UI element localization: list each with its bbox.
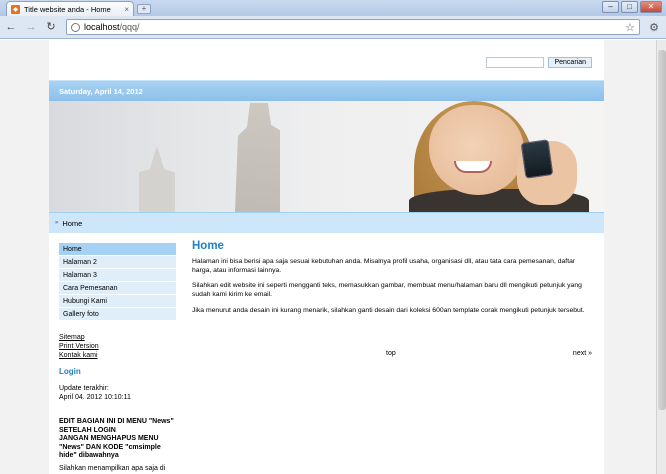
next-link[interactable]: next » bbox=[573, 350, 592, 357]
login-link[interactable]: Login bbox=[59, 367, 81, 376]
browser-titlebar: ◆ Title website anda - Home × + – □ ✕ bbox=[0, 0, 666, 16]
tab-title: Title website anda - Home bbox=[24, 4, 111, 14]
pager: top next » bbox=[192, 350, 592, 360]
window-controls: – □ ✕ bbox=[602, 1, 662, 13]
woman-smile-shape bbox=[454, 161, 492, 173]
search-area: Pencarian bbox=[486, 57, 592, 68]
breadcrumb: » Home bbox=[49, 212, 604, 233]
content-paragraph: Halaman ini bisa berisi apa saja sesuai … bbox=[192, 258, 576, 274]
menu-item-halaman-3[interactable]: Halaman 3 bbox=[59, 269, 176, 282]
print-version-link[interactable]: Print Version bbox=[59, 342, 99, 351]
url-text: localhost/qqq/ bbox=[84, 22, 140, 32]
header-banner-image bbox=[49, 101, 604, 212]
browser-tab[interactable]: ◆ Title website anda - Home × bbox=[6, 1, 134, 16]
news-text: Silahkan menampilkan apa saja di bbox=[59, 465, 166, 472]
menu-item-gallery-foto[interactable]: Gallery foto bbox=[59, 308, 176, 321]
church-spire-shape bbox=[139, 146, 175, 212]
url-host: localhost bbox=[84, 22, 120, 32]
reload-icon[interactable]: ↻ bbox=[44, 20, 58, 34]
top-link[interactable]: top bbox=[386, 350, 396, 357]
menu-item-home[interactable]: Home bbox=[59, 243, 176, 256]
edit-note-line: hide" dibawahnya bbox=[59, 452, 119, 459]
kontak-kami-link[interactable]: Kontak kami bbox=[59, 351, 99, 360]
content-paragraph: Silahkan edit website ini seperti mengga… bbox=[192, 282, 582, 299]
update-label: Update terakhir: bbox=[59, 385, 109, 392]
menu-item-cara-pemesanan[interactable]: Cara Pemesanan bbox=[59, 282, 176, 295]
church-tower-shape bbox=[235, 103, 280, 212]
scrollbar-thumb[interactable] bbox=[658, 50, 666, 410]
close-window-button[interactable]: ✕ bbox=[640, 1, 662, 13]
tab-close-icon[interactable]: × bbox=[124, 5, 129, 14]
edit-note-line: EDIT BAGIAN INI DI MENU "News" bbox=[59, 418, 174, 425]
edit-note-line: "News" DAN KODE "cmsimple bbox=[59, 443, 161, 451]
last-update: Update terakhir: April 04. 2012 10:10:11 bbox=[59, 384, 131, 402]
mobile-phone-icon bbox=[520, 139, 554, 179]
main-content: Home Halaman ini bisa berisi apa saja se… bbox=[192, 240, 592, 323]
url-path: /qqq/ bbox=[119, 22, 140, 32]
menu-item-halaman-2[interactable]: Halaman 2 bbox=[59, 256, 176, 269]
date-bar: Saturday, April 14, 2012 bbox=[49, 80, 604, 101]
edit-note-line: JANGAN MENGHAPUS MENU bbox=[59, 435, 159, 442]
vertical-scrollbar[interactable] bbox=[656, 40, 666, 474]
menu-item-hubungi-kami[interactable]: Hubungi Kami bbox=[59, 295, 176, 308]
sitemap-link[interactable]: Sitemap bbox=[59, 333, 99, 342]
update-value: April 04. 2012 10:10:11 bbox=[59, 394, 131, 401]
bookmark-star-icon[interactable]: ☆ bbox=[625, 21, 635, 34]
page-viewport: Pencarian Saturday, April 14, 2012 » Hom… bbox=[0, 40, 656, 474]
forward-arrow-icon[interactable]: → bbox=[24, 20, 38, 34]
browser-toolbar: ← → ↻ localhost/qqq/ ☆ ⚙ bbox=[0, 16, 666, 39]
search-input[interactable] bbox=[486, 57, 545, 68]
minimize-button[interactable]: – bbox=[602, 1, 619, 13]
html-favicon-icon: ◆ bbox=[11, 4, 20, 14]
edit-note-line: SETELAH LOGIN bbox=[59, 426, 116, 434]
back-arrow-icon[interactable]: ← bbox=[4, 20, 18, 34]
edit-note: EDIT BAGIAN INI DI MENU "News" SETELAH L… bbox=[59, 418, 189, 461]
side-menu: Home Halaman 2 Halaman 3 Cara Pemesanan … bbox=[59, 243, 176, 321]
search-button[interactable]: Pencarian bbox=[548, 57, 592, 68]
maximize-button[interactable]: □ bbox=[621, 1, 638, 13]
wrench-icon[interactable]: ⚙ bbox=[646, 21, 662, 34]
address-bar[interactable]: localhost/qqq/ ☆ bbox=[66, 19, 640, 35]
breadcrumb-arrow-icon: » bbox=[55, 220, 59, 226]
content-paragraph: Jika menurut anda desain ini kurang mena… bbox=[192, 306, 585, 314]
new-tab-button[interactable]: + bbox=[137, 4, 151, 14]
page-title: Home bbox=[192, 240, 224, 252]
breadcrumb-home[interactable]: Home bbox=[62, 219, 82, 228]
woman-face-shape bbox=[429, 105, 524, 195]
page-container: Pencarian Saturday, April 14, 2012 » Hom… bbox=[49, 40, 604, 474]
globe-icon bbox=[71, 22, 80, 32]
side-links: Sitemap Print Version Kontak kami bbox=[59, 333, 99, 360]
